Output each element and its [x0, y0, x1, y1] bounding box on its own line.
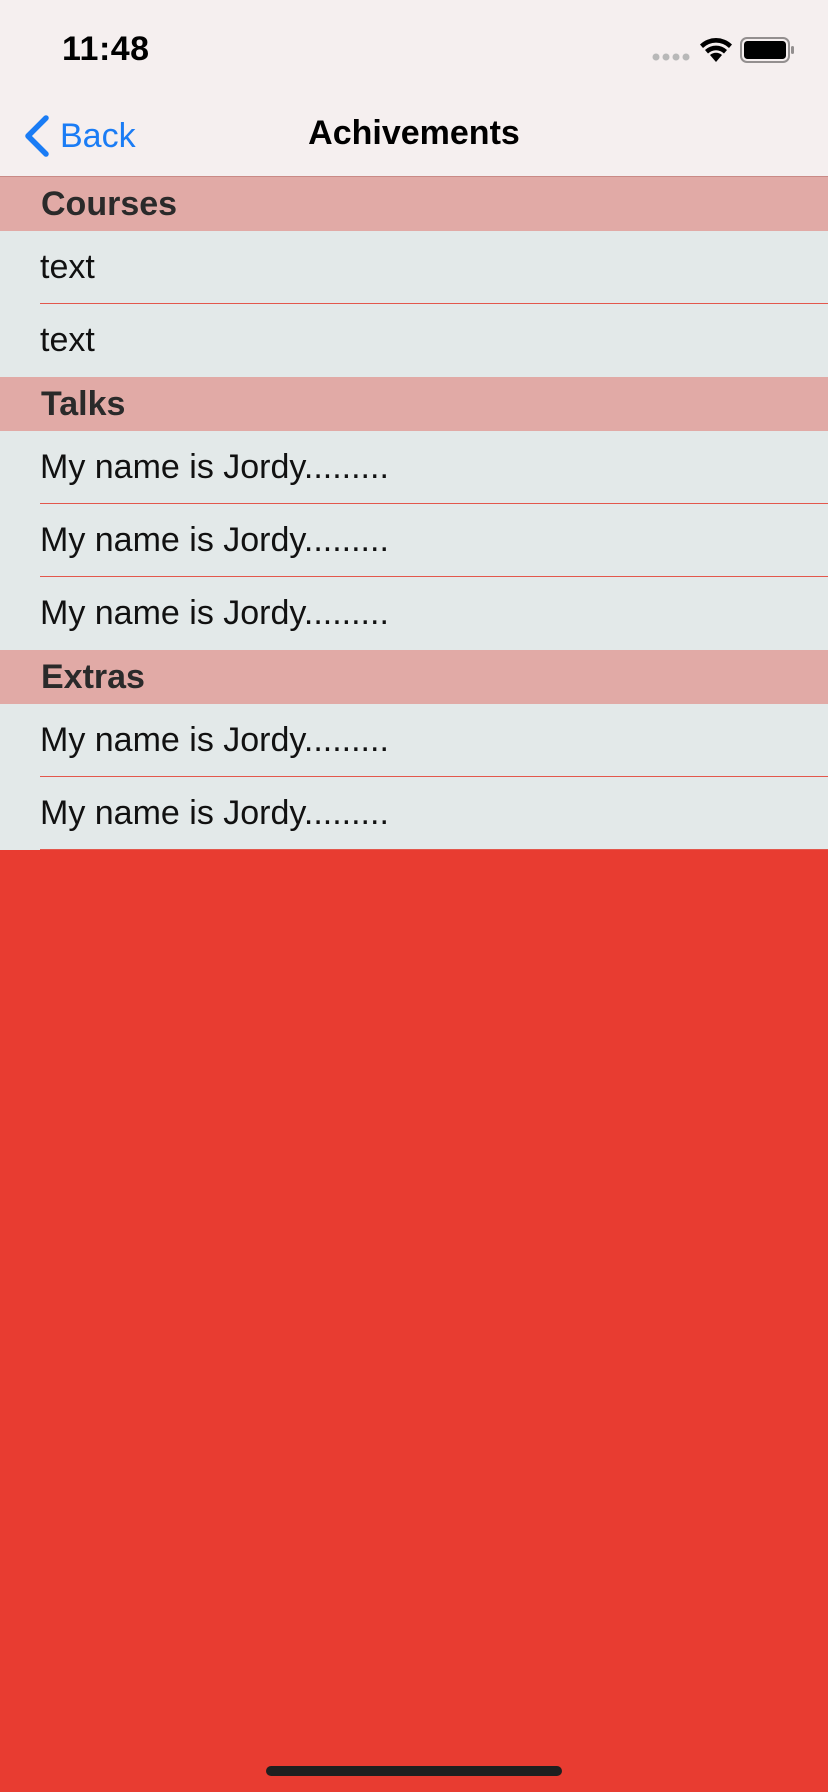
row-text: My name is Jordy.........: [40, 521, 389, 559]
table-row[interactable]: My name is Jordy.........: [0, 577, 828, 650]
section-header-talks: Talks: [0, 377, 828, 431]
row-text: My name is Jordy.........: [40, 594, 389, 632]
row-text: My name is Jordy.........: [40, 794, 389, 832]
section-title: Extras: [41, 657, 145, 696]
signal-icon: [652, 53, 690, 61]
section-header-extras: Extras: [0, 650, 828, 704]
battery-icon: [740, 37, 794, 63]
section-header-courses: Courses: [0, 177, 828, 231]
page-title: Achivements: [308, 114, 520, 152]
navigation-bar: Back Achivements: [0, 100, 828, 177]
table-row[interactable]: text: [0, 231, 828, 304]
row-text: My name is Jordy.........: [40, 721, 389, 759]
table-row[interactable]: text: [0, 304, 828, 377]
table-row[interactable]: My name is Jordy.........: [0, 704, 828, 777]
status-time: 11:48: [62, 30, 150, 68]
section-title: Courses: [41, 184, 178, 223]
row-text: text: [40, 248, 95, 286]
section-title: Talks: [41, 384, 126, 423]
row-text: My name is Jordy.........: [40, 448, 389, 486]
achievements-table: Courses text text Talks My name is Jordy…: [0, 177, 828, 850]
row-separator: [40, 849, 828, 850]
table-row[interactable]: My name is Jordy.........: [0, 504, 828, 577]
row-text: text: [40, 321, 95, 359]
table-row[interactable]: My name is Jordy.........: [0, 431, 828, 504]
table-row[interactable]: My name is Jordy.........: [0, 777, 828, 850]
wifi-icon: [700, 38, 732, 62]
home-indicator[interactable]: [266, 1766, 562, 1776]
status-bar: 11:48: [0, 0, 828, 100]
